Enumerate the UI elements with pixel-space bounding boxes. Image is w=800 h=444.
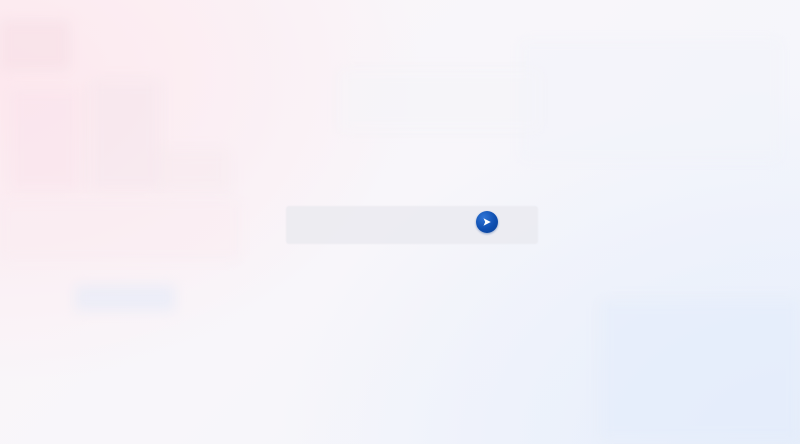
blurred-shape xyxy=(75,285,175,311)
blurred-shape xyxy=(10,90,80,190)
submit-button[interactable] xyxy=(476,211,498,233)
blurred-shape xyxy=(90,80,160,190)
blurred-shape xyxy=(340,70,540,130)
blurred-background xyxy=(0,0,800,444)
blurred-shape xyxy=(0,200,240,260)
play-arrow-icon xyxy=(483,218,491,226)
search-bar[interactable] xyxy=(286,206,538,244)
blurred-shape xyxy=(600,300,800,440)
search-input[interactable] xyxy=(286,206,466,244)
blurred-shape xyxy=(160,150,230,190)
blurred-shape xyxy=(0,20,70,70)
blurred-shape xyxy=(520,40,780,160)
